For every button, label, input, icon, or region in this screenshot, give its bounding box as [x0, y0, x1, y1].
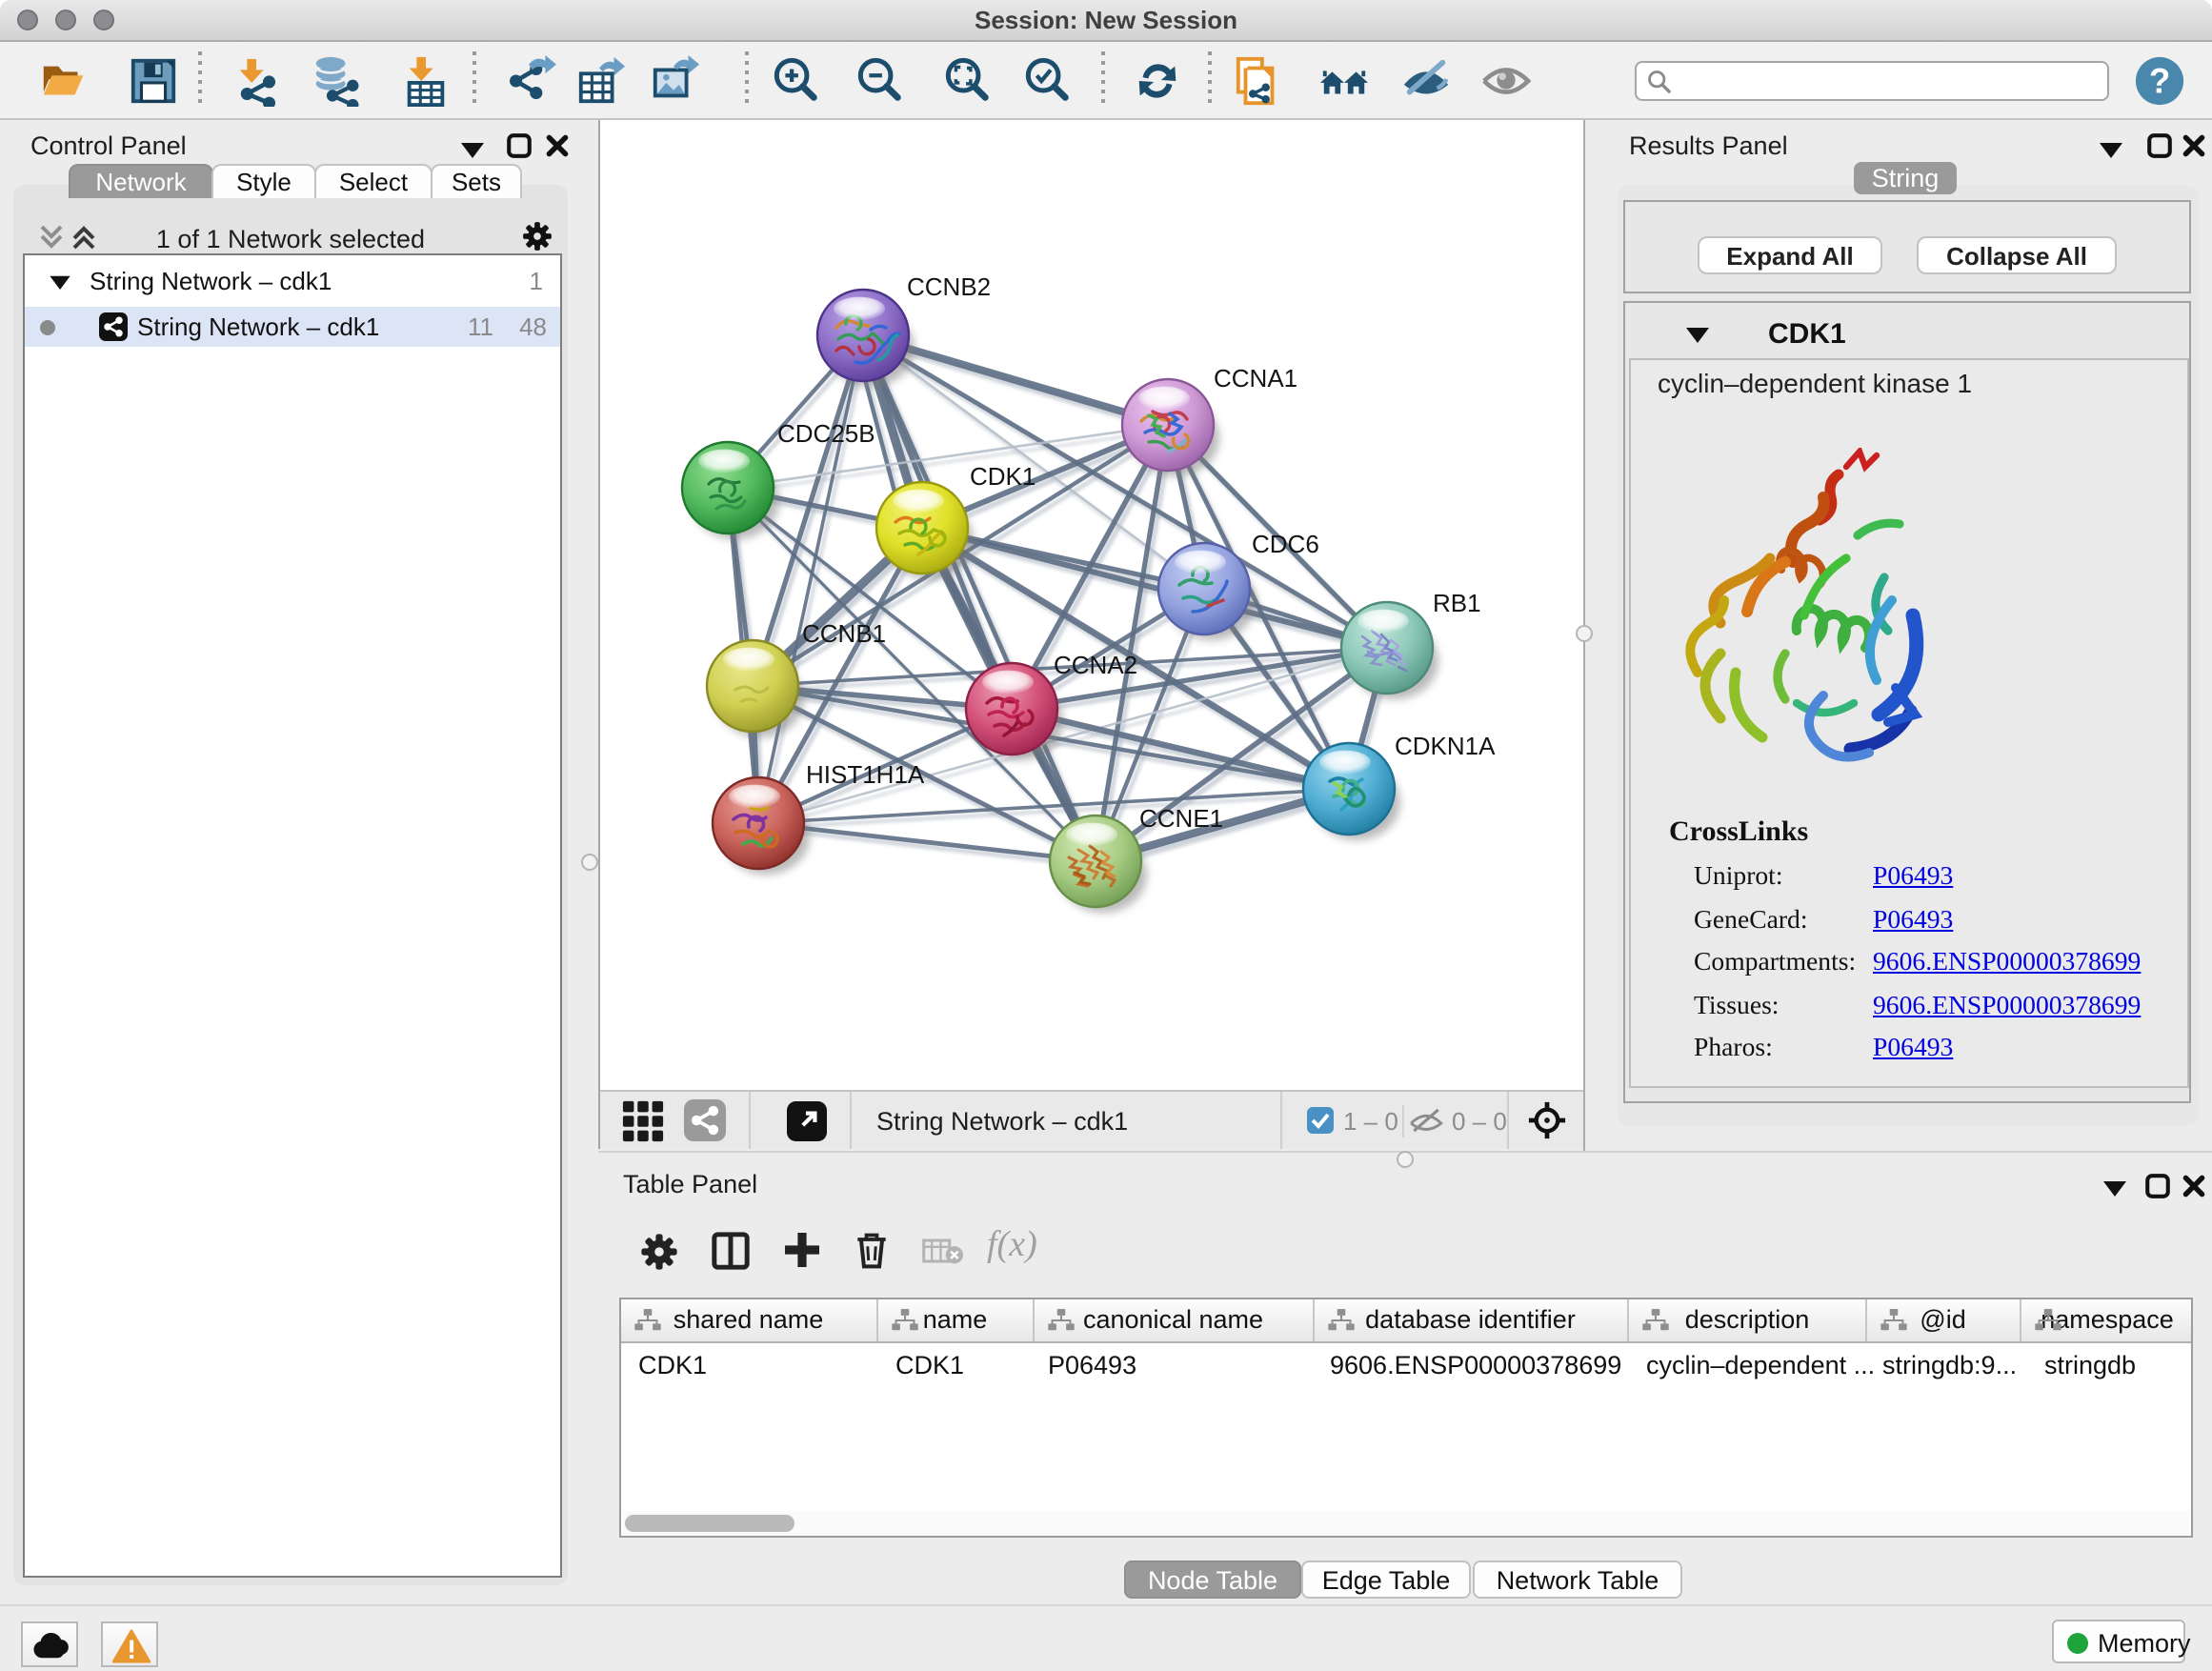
svg-text:CCNB2: CCNB2 — [907, 272, 991, 301]
svg-text:CDC6: CDC6 — [1252, 530, 1319, 558]
svg-text:CDKN1A: CDKN1A — [1395, 732, 1496, 760]
svg-text:HIST1H1A: HIST1H1A — [806, 760, 925, 789]
svg-text:CCNB1: CCNB1 — [802, 619, 886, 648]
svg-text:CCNA1: CCNA1 — [1214, 364, 1297, 393]
svg-text:CDK1: CDK1 — [970, 462, 1036, 491]
svg-text:CCNE1: CCNE1 — [1139, 804, 1223, 833]
svg-text:?: ? — [2149, 62, 2170, 101]
svg-text:CCNA2: CCNA2 — [1054, 651, 1137, 679]
svg-text:RB1: RB1 — [1433, 589, 1481, 617]
svg-text:CDC25B: CDC25B — [777, 419, 875, 448]
